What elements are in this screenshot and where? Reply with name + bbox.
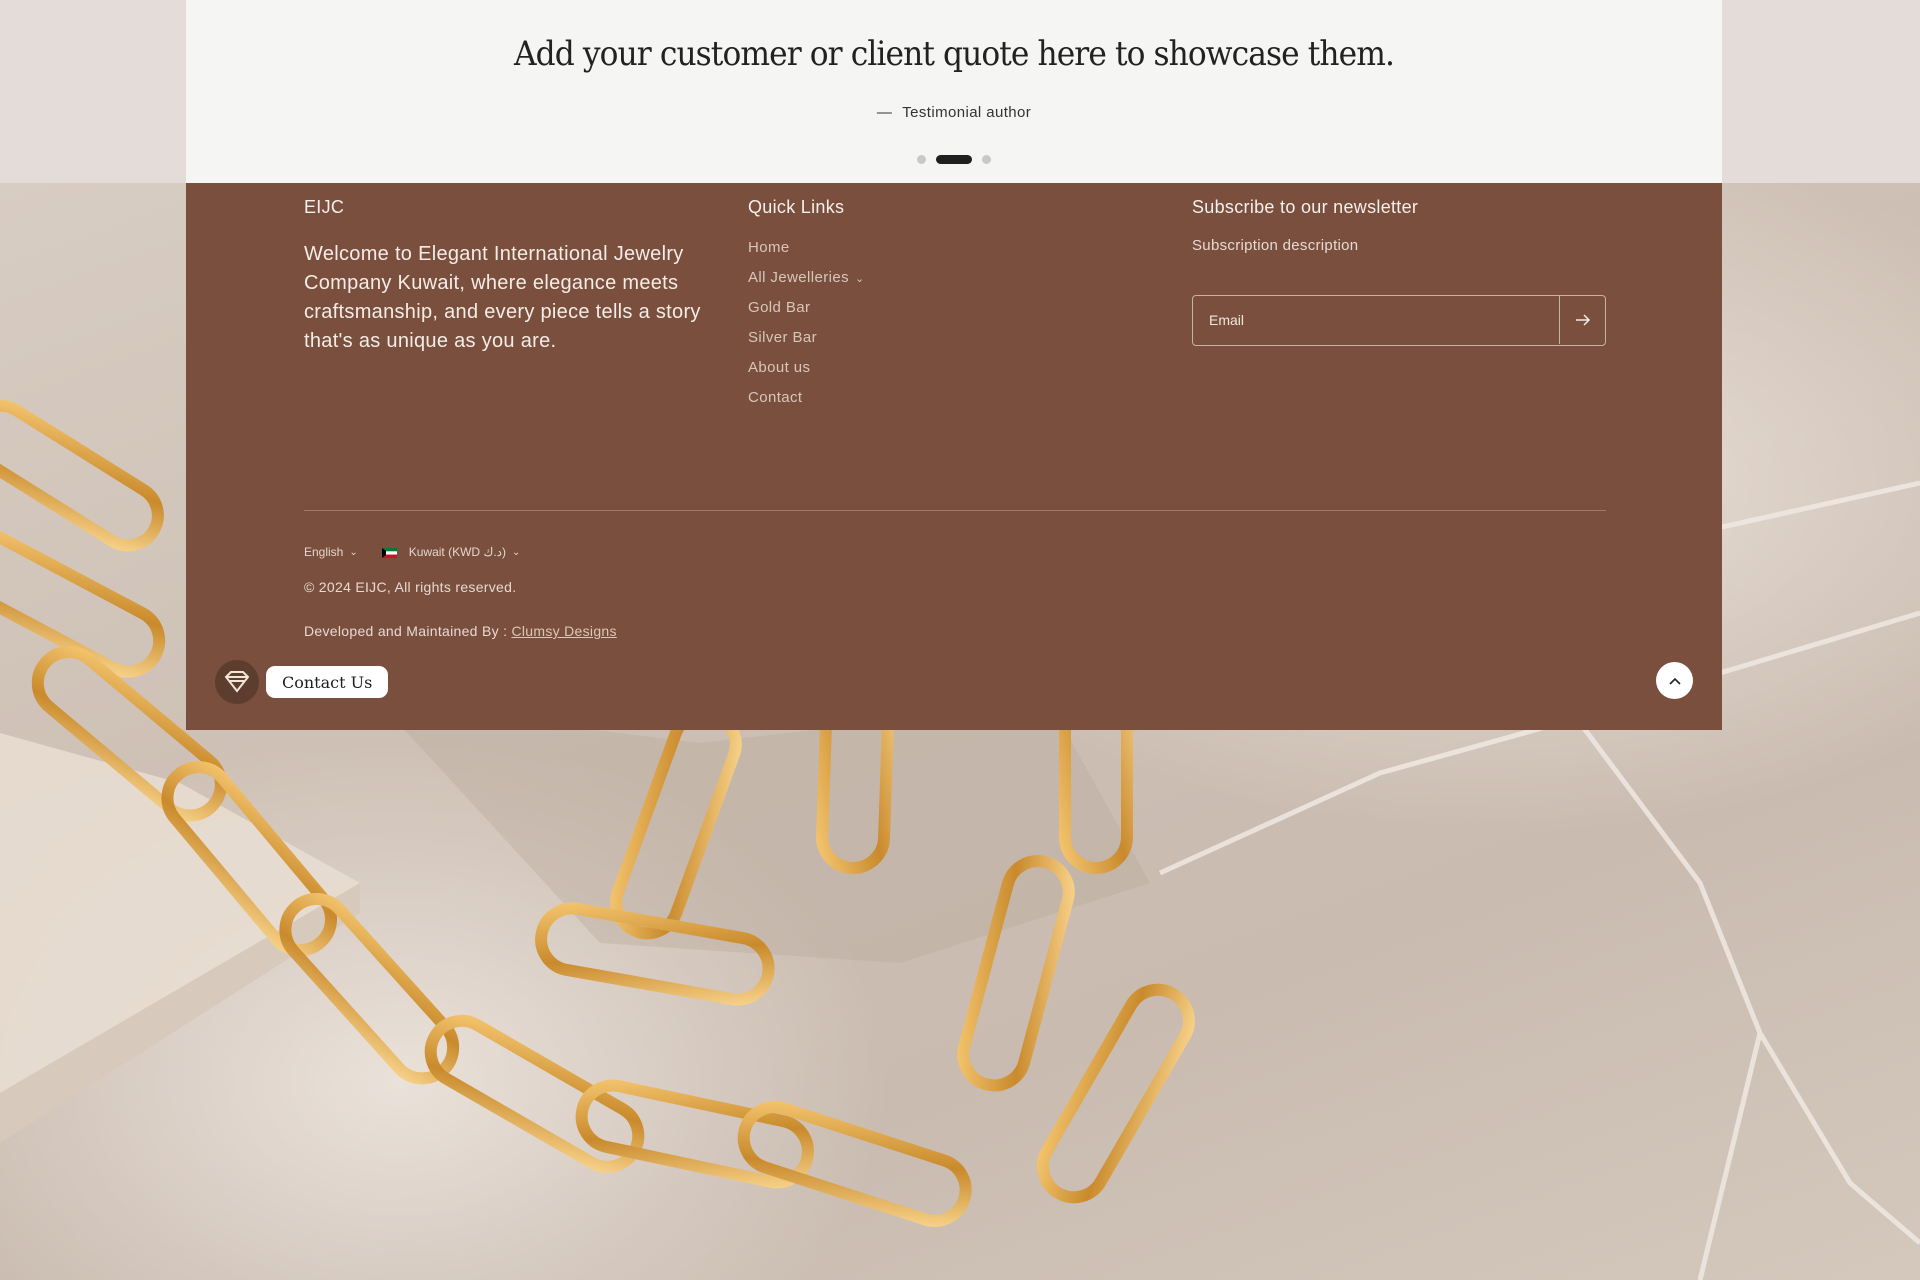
newsletter-title: Subscribe to our newsletter — [1192, 197, 1419, 217]
newsletter-form: Email — [1192, 295, 1606, 346]
testimonial-quote: Add your customer or client quote here t… — [514, 34, 1395, 74]
slider-dot-2-active[interactable] — [936, 155, 972, 164]
scroll-to-top-button[interactable] — [1656, 662, 1693, 699]
footer-link-about-us[interactable]: About us — [748, 355, 1048, 385]
chevron-up-icon — [1668, 677, 1681, 685]
footer-brand-column: EIJC Welcome to Elegant International Je… — [304, 197, 734, 356]
newsletter-submit-button[interactable] — [1559, 296, 1605, 344]
contact-widget[interactable]: Contact Us — [215, 660, 389, 704]
developer-credit-prefix: Developed and Maintained By : — [304, 623, 512, 639]
diamond-logo-icon[interactable] — [215, 660, 259, 704]
testimonial-section: Add your customer or client quote here t… — [186, 0, 1722, 183]
kuwait-flag-icon — [381, 547, 397, 558]
developer-link[interactable]: Clumsy Designs — [511, 623, 616, 639]
quick-links-column: Quick Links Home All Jewelleries ⌄ Gold B… — [748, 197, 1048, 415]
footer-link-label: About us — [748, 359, 811, 376]
quick-links-list: Home All Jewelleries ⌄ Gold Bar Silver Ba… — [748, 235, 1048, 415]
country-selector[interactable]: Kuwait (KWD د.ك) ⌄ — [409, 545, 521, 559]
newsletter-column: Subscribe to our newsletter Subscription… — [1192, 197, 1612, 346]
footer-brand-text: Welcome to Elegant International Jewelry… — [304, 243, 701, 352]
footer-link-label: Contact — [748, 389, 803, 406]
footer-link-label: All Jewelleries — [748, 269, 850, 286]
slider-dot-1[interactable] — [917, 155, 926, 164]
copyright-text: © 2024 EIJC, All rights reserved. — [304, 579, 517, 595]
footer-link-silver-bar[interactable]: Silver Bar — [748, 325, 1048, 355]
footer-link-home[interactable]: Home — [748, 235, 1048, 265]
country-label: Kuwait (KWD د.ك) — [408, 545, 507, 559]
chevron-down-icon: ⌄ — [855, 273, 865, 285]
site-footer: EIJC Welcome to Elegant International Je… — [186, 183, 1722, 730]
testimonial-author: — Testimonial author — [186, 104, 1722, 121]
footer-link-label: Silver Bar — [748, 329, 818, 346]
chevron-down-icon: ⌄ — [512, 546, 521, 558]
language-label: English — [304, 545, 344, 559]
slider-dot-3[interactable] — [982, 155, 991, 164]
email-input[interactable]: Email — [1209, 312, 1244, 328]
arrow-right-icon — [1575, 314, 1590, 326]
footer-link-all-jewelleries[interactable]: All Jewelleries ⌄ — [748, 265, 1048, 295]
slider-pagination — [186, 155, 1722, 164]
footer-divider — [304, 510, 1606, 511]
chevron-down-icon: ⌄ — [349, 546, 358, 558]
language-selector[interactable]: English ⌄ — [304, 545, 358, 559]
footer-link-contact[interactable]: Contact — [748, 385, 1048, 415]
newsletter-description: Subscription description — [1192, 237, 1359, 254]
localization-selectors: English ⌄ Kuwait (KWD د.ك) ⌄ — [304, 545, 520, 559]
footer-link-label: Gold Bar — [748, 299, 811, 316]
footer-link-label: Home — [748, 239, 790, 256]
developer-credit: Developed and Maintained By : Clumsy Des… — [304, 623, 617, 639]
contact-us-button[interactable]: Contact Us — [266, 666, 389, 698]
author-name: Testimonial author — [902, 104, 1032, 121]
quick-links-title: Quick Links — [748, 197, 845, 217]
author-dash: — — [876, 104, 893, 121]
footer-brand-title: EIJC — [304, 197, 345, 217]
footer-link-gold-bar[interactable]: Gold Bar — [748, 295, 1048, 325]
